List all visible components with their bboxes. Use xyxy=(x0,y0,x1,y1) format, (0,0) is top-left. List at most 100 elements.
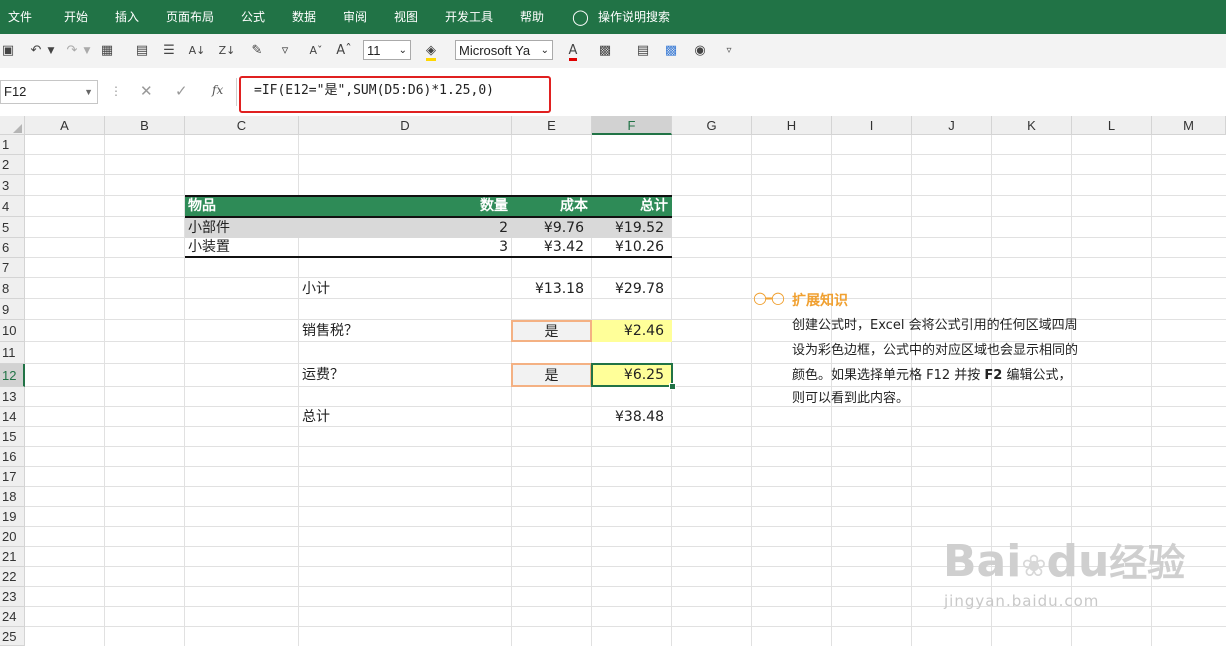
name-box[interactable]: F12 ▼ xyxy=(0,80,98,104)
row-header[interactable]: 23 xyxy=(0,587,25,607)
tab-file[interactable]: 文件 xyxy=(8,0,32,34)
row-header[interactable]: 19 xyxy=(0,507,25,527)
row-header[interactable]: 7 xyxy=(0,258,25,278)
lightbulb-icon[interactable]: ◯ xyxy=(572,0,589,34)
tab-page-layout[interactable]: 页面布局 xyxy=(166,0,214,34)
font-color-icon[interactable]: A xyxy=(564,42,582,61)
tab-review[interactable]: 审阅 xyxy=(343,0,367,34)
row-header[interactable]: 1 xyxy=(0,135,25,155)
column-header[interactable]: H xyxy=(752,116,832,135)
row-header[interactable]: 13 xyxy=(0,387,25,407)
column-header[interactable]: M xyxy=(1152,116,1226,135)
row-header[interactable]: 11 xyxy=(0,342,25,364)
tab-home[interactable]: 开始 xyxy=(64,0,88,34)
filter-icon[interactable]: ▿ xyxy=(276,42,294,60)
shipping-value-selected-cell[interactable]: ¥6.25 xyxy=(591,363,673,387)
tab-data[interactable]: 数据 xyxy=(292,0,316,34)
select-all-corner[interactable] xyxy=(0,116,25,135)
row-header[interactable]: 21 xyxy=(0,547,25,567)
column-header[interactable]: B xyxy=(105,116,185,135)
shipping-choice[interactable]: 是 xyxy=(511,363,592,387)
table-header-item[interactable]: 物品 xyxy=(188,197,216,216)
row-header[interactable]: 9 xyxy=(0,299,25,320)
grand-total-value[interactable]: ¥38.48 xyxy=(592,407,664,427)
column-header[interactable]: I xyxy=(832,116,912,135)
conditional-format-icon[interactable]: ▩ xyxy=(596,42,614,60)
customize-toolbar-icon[interactable]: ▿ xyxy=(722,42,736,60)
row-header[interactable]: 25 xyxy=(0,627,25,646)
tab-developer[interactable]: 开发工具 xyxy=(445,0,493,34)
grand-total-label[interactable]: 总计 xyxy=(302,407,330,427)
row-header[interactable]: 15 xyxy=(0,427,25,447)
decrease-font-icon[interactable]: Aˇ xyxy=(308,42,324,60)
row-header[interactable]: 24 xyxy=(0,607,25,627)
column-header[interactable]: A xyxy=(25,116,105,135)
fill-color-icon[interactable]: ◈ xyxy=(420,42,442,61)
column-header[interactable]: K xyxy=(992,116,1072,135)
table-cell-qty[interactable]: 3 xyxy=(300,238,508,257)
table-cell-cost[interactable]: ¥9.76 xyxy=(512,218,584,238)
row-header[interactable]: 16 xyxy=(0,447,25,467)
column-header[interactable]: G xyxy=(672,116,752,135)
row-header[interactable]: 20 xyxy=(0,527,25,547)
table-header-total[interactable]: 总计 xyxy=(592,197,668,216)
tab-help[interactable]: 帮助 xyxy=(520,0,544,34)
table-cell-total[interactable]: ¥19.52 xyxy=(592,218,664,238)
table-header-qty[interactable]: 数量 xyxy=(300,197,508,216)
tab-view[interactable]: 视图 xyxy=(394,0,418,34)
camera-icon[interactable]: ◉ xyxy=(690,42,710,60)
column-header[interactable]: L xyxy=(1072,116,1152,135)
sort-ascending-icon[interactable]: A↓ xyxy=(188,42,206,60)
format-painter-icon[interactable]: ✎ xyxy=(248,42,266,60)
row-header-selected[interactable]: 12 xyxy=(0,364,25,387)
row-header[interactable]: 10 xyxy=(0,320,25,342)
redo-icon[interactable]: ↷ xyxy=(62,42,82,60)
row-header[interactable]: 18 xyxy=(0,487,25,507)
form-icon[interactable]: ▤ xyxy=(133,42,151,60)
sales-tax-choice[interactable]: 是 xyxy=(511,320,592,342)
table-cell-qty[interactable]: 2 xyxy=(300,218,508,238)
subtotal-total[interactable]: ¥29.78 xyxy=(592,279,664,299)
insert-function-icon[interactable]: fx xyxy=(212,83,223,97)
save-icon[interactable]: ▣ xyxy=(0,42,16,60)
chart-icon[interactable]: ▩ xyxy=(662,42,680,60)
row-header[interactable]: 14 xyxy=(0,407,25,427)
column-header[interactable]: J xyxy=(912,116,992,135)
column-header-selected[interactable]: F xyxy=(592,116,672,135)
cancel-icon[interactable]: ✕ xyxy=(140,82,153,100)
row-header[interactable]: 5 xyxy=(0,217,25,238)
font-name-select[interactable]: Microsoft Ya ⌄ xyxy=(455,40,553,60)
subtotal-label[interactable]: 小计 xyxy=(302,279,330,299)
sales-tax-label[interactable]: 销售税？ xyxy=(302,320,358,342)
row-header[interactable]: 22 xyxy=(0,567,25,587)
increase-font-icon[interactable]: Aˆ xyxy=(336,42,352,60)
subtotal-cost[interactable]: ¥13.18 xyxy=(512,279,584,299)
column-header[interactable]: C xyxy=(185,116,299,135)
fill-handle[interactable] xyxy=(669,383,676,390)
tab-insert[interactable]: 插入 xyxy=(115,0,139,34)
table-cell-item[interactable]: 小部件 xyxy=(188,218,230,238)
sort-descending-icon[interactable]: Z↓ xyxy=(218,42,236,60)
table-cell-cost[interactable]: ¥3.42 xyxy=(512,238,584,257)
table-header-cost[interactable]: 成本 xyxy=(512,197,588,216)
table-cell-total[interactable]: ¥10.26 xyxy=(592,238,664,257)
column-header[interactable]: E xyxy=(512,116,592,135)
align-icon[interactable]: ☰ xyxy=(160,42,178,60)
borders-icon[interactable]: ▦ xyxy=(98,42,116,60)
undo-icon[interactable]: ↶ xyxy=(26,42,46,60)
tab-formulas[interactable]: 公式 xyxy=(241,0,265,34)
redo-dropdown-icon[interactable]: ▼ xyxy=(82,42,92,60)
row-header[interactable]: 4 xyxy=(0,196,25,217)
font-size-select[interactable]: 11 ⌄ xyxy=(363,40,411,60)
enter-icon[interactable]: ✓ xyxy=(175,82,188,100)
row-header[interactable]: 17 xyxy=(0,467,25,487)
row-header[interactable]: 3 xyxy=(0,175,25,196)
table-cell-item[interactable]: 小装置 xyxy=(188,238,230,257)
sales-tax-value[interactable]: ¥2.46 xyxy=(592,320,672,342)
undo-dropdown-icon[interactable]: ▼ xyxy=(46,42,56,60)
row-header[interactable]: 2 xyxy=(0,155,25,175)
row-header[interactable]: 8 xyxy=(0,278,25,299)
form-view-icon[interactable]: ▤ xyxy=(634,42,652,60)
tell-me-search[interactable]: 操作说明搜索 xyxy=(598,0,670,34)
column-header[interactable]: D xyxy=(299,116,512,135)
